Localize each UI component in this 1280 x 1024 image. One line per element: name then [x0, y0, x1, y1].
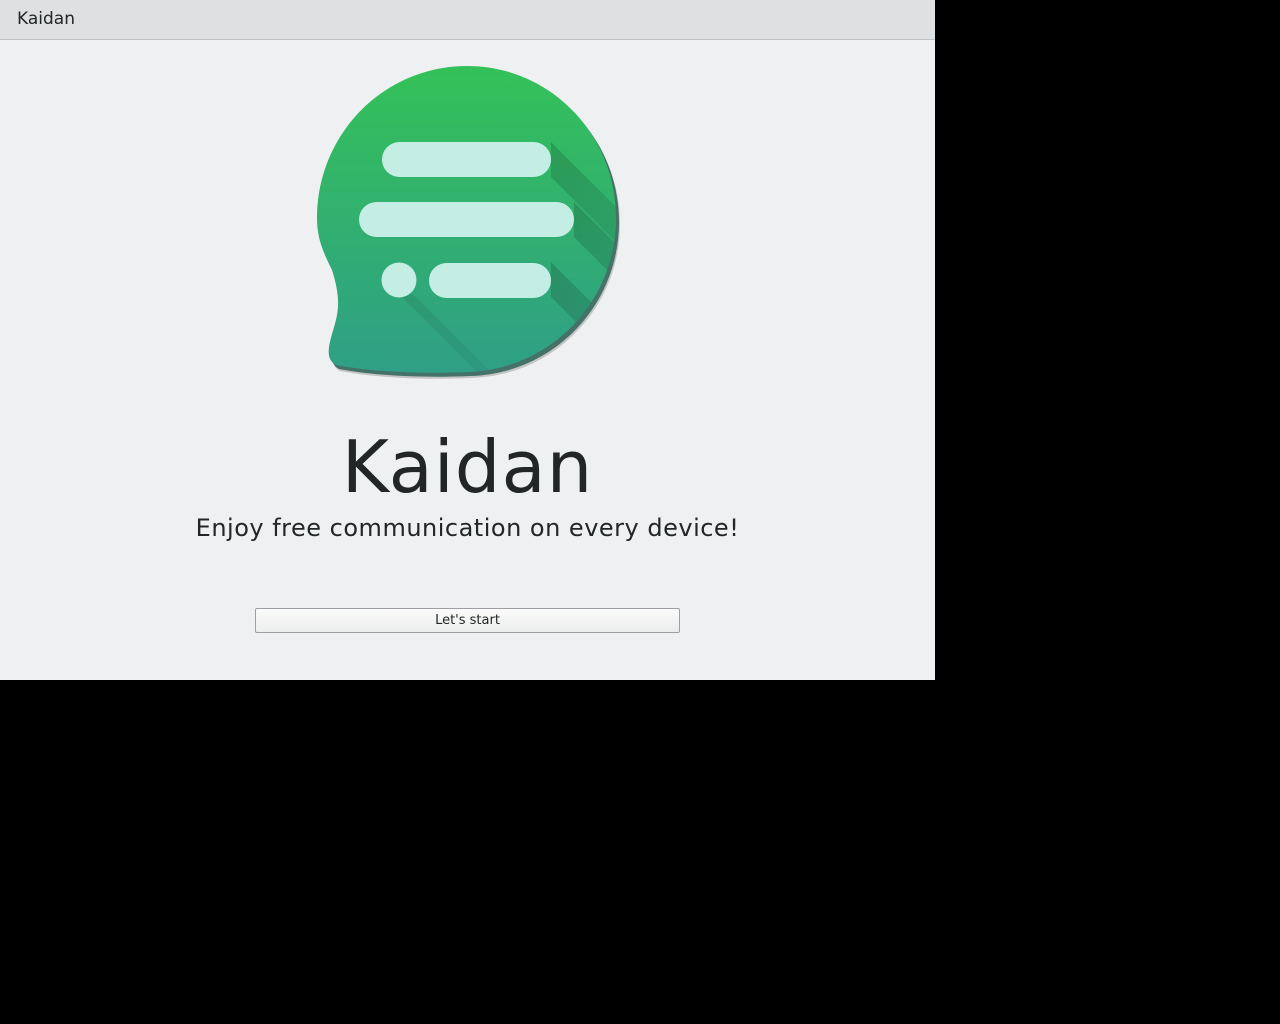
kaidan-logo-icon — [312, 62, 622, 384]
app-window: Kaidan Kaidan Enjoy free communication o… — [0, 0, 935, 680]
lets-start-button[interactable]: Let's start — [255, 608, 680, 633]
app-name-heading: Kaidan — [341, 425, 594, 509]
header-bar: Kaidan — [0, 0, 935, 40]
page-title: Kaidan — [17, 9, 75, 29]
slogan-text: Enjoy free communication on every device… — [195, 514, 740, 542]
